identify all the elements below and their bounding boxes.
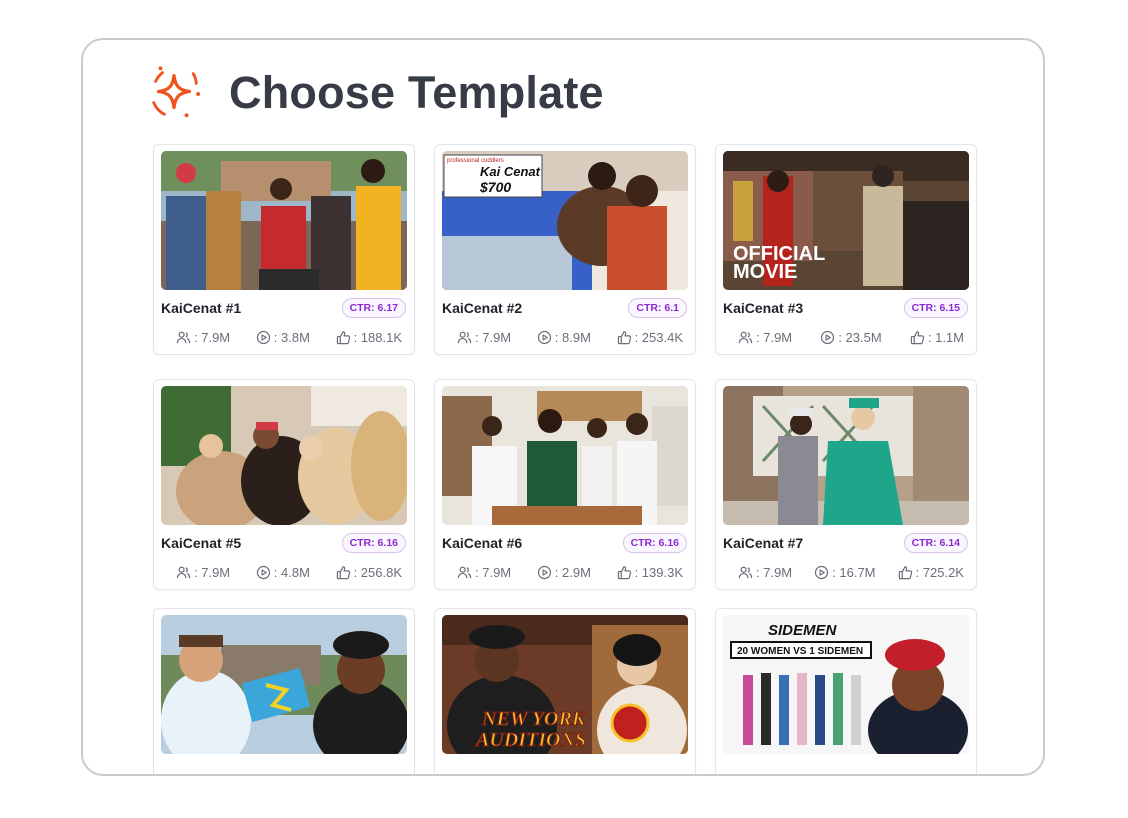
likes-stat: : 253.4K xyxy=(617,330,683,345)
likes-stat: : 725.2K xyxy=(898,565,964,580)
template-card[interactable]: KaiCenat #7 CTR: 6.14 : 7.9M : 16.7M : 7… xyxy=(715,379,977,590)
overlay-bottom-text: $700 xyxy=(479,179,511,195)
template-card[interactable]: KaiCenat #6 CTR: 6.16 : 7.9M : 2.9M : 13… xyxy=(434,379,696,590)
ctr-badge: CTR: 6.16 xyxy=(341,533,406,553)
views-stat: : 2.9M xyxy=(537,565,591,580)
ctr-badge: CTR: 6.1 xyxy=(628,298,687,318)
play-icon xyxy=(815,565,829,579)
template-card[interactable]: OFFICIAL MOVIE KaiCenat #3 CTR: 6.15 : 7… xyxy=(715,144,977,355)
card-title: KaiCenat #2 xyxy=(442,300,523,316)
views-stat: : 16.7M xyxy=(814,565,876,580)
views-stat: : 3.8M xyxy=(256,330,310,345)
overlay-top-text: Kai Cenat xyxy=(480,164,541,179)
thumbs-up-icon xyxy=(336,330,350,344)
users-icon xyxy=(457,331,472,343)
card-title: KaiCenat #6 xyxy=(442,535,523,551)
play-icon xyxy=(256,565,270,579)
overlay-top-text: NEW YORK xyxy=(481,708,587,730)
likes-stat: : 256.8K xyxy=(336,565,402,580)
subscribers-stat: : 7.9M xyxy=(738,565,792,580)
template-card[interactable]: NEW YORK AUDITIONS xyxy=(434,608,696,774)
users-icon xyxy=(738,566,753,578)
overlay-top-text: SIDEMEN xyxy=(768,622,838,639)
ctr-badge: CTR: 6.16 xyxy=(622,533,687,553)
subscribers-stat: : 7.9M xyxy=(738,330,792,345)
thumbnail-image: OFFICIAL MOVIE xyxy=(723,151,969,290)
users-icon xyxy=(176,566,191,578)
play-icon xyxy=(537,330,551,344)
play-icon xyxy=(821,330,835,344)
users-icon xyxy=(457,566,472,578)
thumbs-up-icon xyxy=(910,330,925,344)
ctr-badge: CTR: 6.17 xyxy=(341,298,406,318)
subscribers-stat: : 7.9M xyxy=(176,565,230,580)
users-icon xyxy=(738,331,753,343)
card-title: KaiCenat #1 xyxy=(161,300,242,316)
card-title: KaiCenat #7 xyxy=(723,535,804,551)
ctr-badge: CTR: 6.15 xyxy=(903,298,968,318)
overlay-bottom-text: MOVIE xyxy=(733,261,797,283)
card-title: KaiCenat #5 xyxy=(161,535,242,551)
thumbnail-image xyxy=(442,386,688,525)
subscribers-stat: : 7.9M xyxy=(457,565,511,580)
likes-stat: : 1.1M xyxy=(910,330,964,345)
thumbnail-image xyxy=(161,386,407,525)
thumbs-up-icon xyxy=(336,565,350,579)
views-stat: : 4.8M xyxy=(256,565,310,580)
template-grid: KaiCenat #1 CTR: 6.17 : 7.9M : 3.8M : 18… xyxy=(83,40,1043,774)
overlay-bottom-text: 20 WOMEN VS 1 SIDEMEN xyxy=(737,646,863,657)
play-icon xyxy=(537,565,551,579)
subscribers-stat: : 7.9M xyxy=(457,330,511,345)
views-stat: : 8.9M xyxy=(537,330,591,345)
thumbs-up-icon xyxy=(898,565,912,579)
likes-stat: : 188.1K xyxy=(336,330,402,345)
thumbnail-image: SIDEMEN 20 WOMEN VS 1 SIDEMEN xyxy=(723,615,969,754)
choose-template-panel: Choose Template KaiCenat #1 CTR: 6.17: … xyxy=(81,38,1045,776)
subscribers-stat: : 7.9M xyxy=(176,330,230,345)
thumbs-up-icon xyxy=(617,565,631,579)
views-stat: : 23.5M xyxy=(820,330,882,345)
overlay-bottom-text: AUDITIONS xyxy=(474,729,586,751)
thumbnail-image: professional cuddlers Kai Cenat $700 xyxy=(442,151,688,290)
template-card[interactable]: KaiCenat #1 CTR: 6.17 : 7.9M : 3.8M : 18… xyxy=(153,144,415,355)
template-card[interactable] xyxy=(153,608,415,774)
ctr-badge: CTR: 6.14 xyxy=(903,533,968,553)
thumbnail-image xyxy=(723,386,969,525)
play-icon xyxy=(256,330,270,344)
thumbs-up-icon xyxy=(617,330,631,344)
users-icon xyxy=(176,331,191,343)
thumbnail-image: NEW YORK AUDITIONS xyxy=(442,615,688,754)
template-card[interactable]: SIDEMEN 20 WOMEN VS 1 SIDEMEN xyxy=(715,608,977,774)
template-card[interactable]: professional cuddlers Kai Cenat $700 Kai… xyxy=(434,144,696,355)
likes-stat: : 139.3K xyxy=(617,565,683,580)
thumbnail-image xyxy=(161,151,407,290)
card-title: KaiCenat #3 xyxy=(723,300,804,316)
thumbnail-image xyxy=(161,615,407,754)
template-card[interactable]: KaiCenat #5 CTR: 6.16 : 7.9M : 4.8M : 25… xyxy=(153,379,415,590)
